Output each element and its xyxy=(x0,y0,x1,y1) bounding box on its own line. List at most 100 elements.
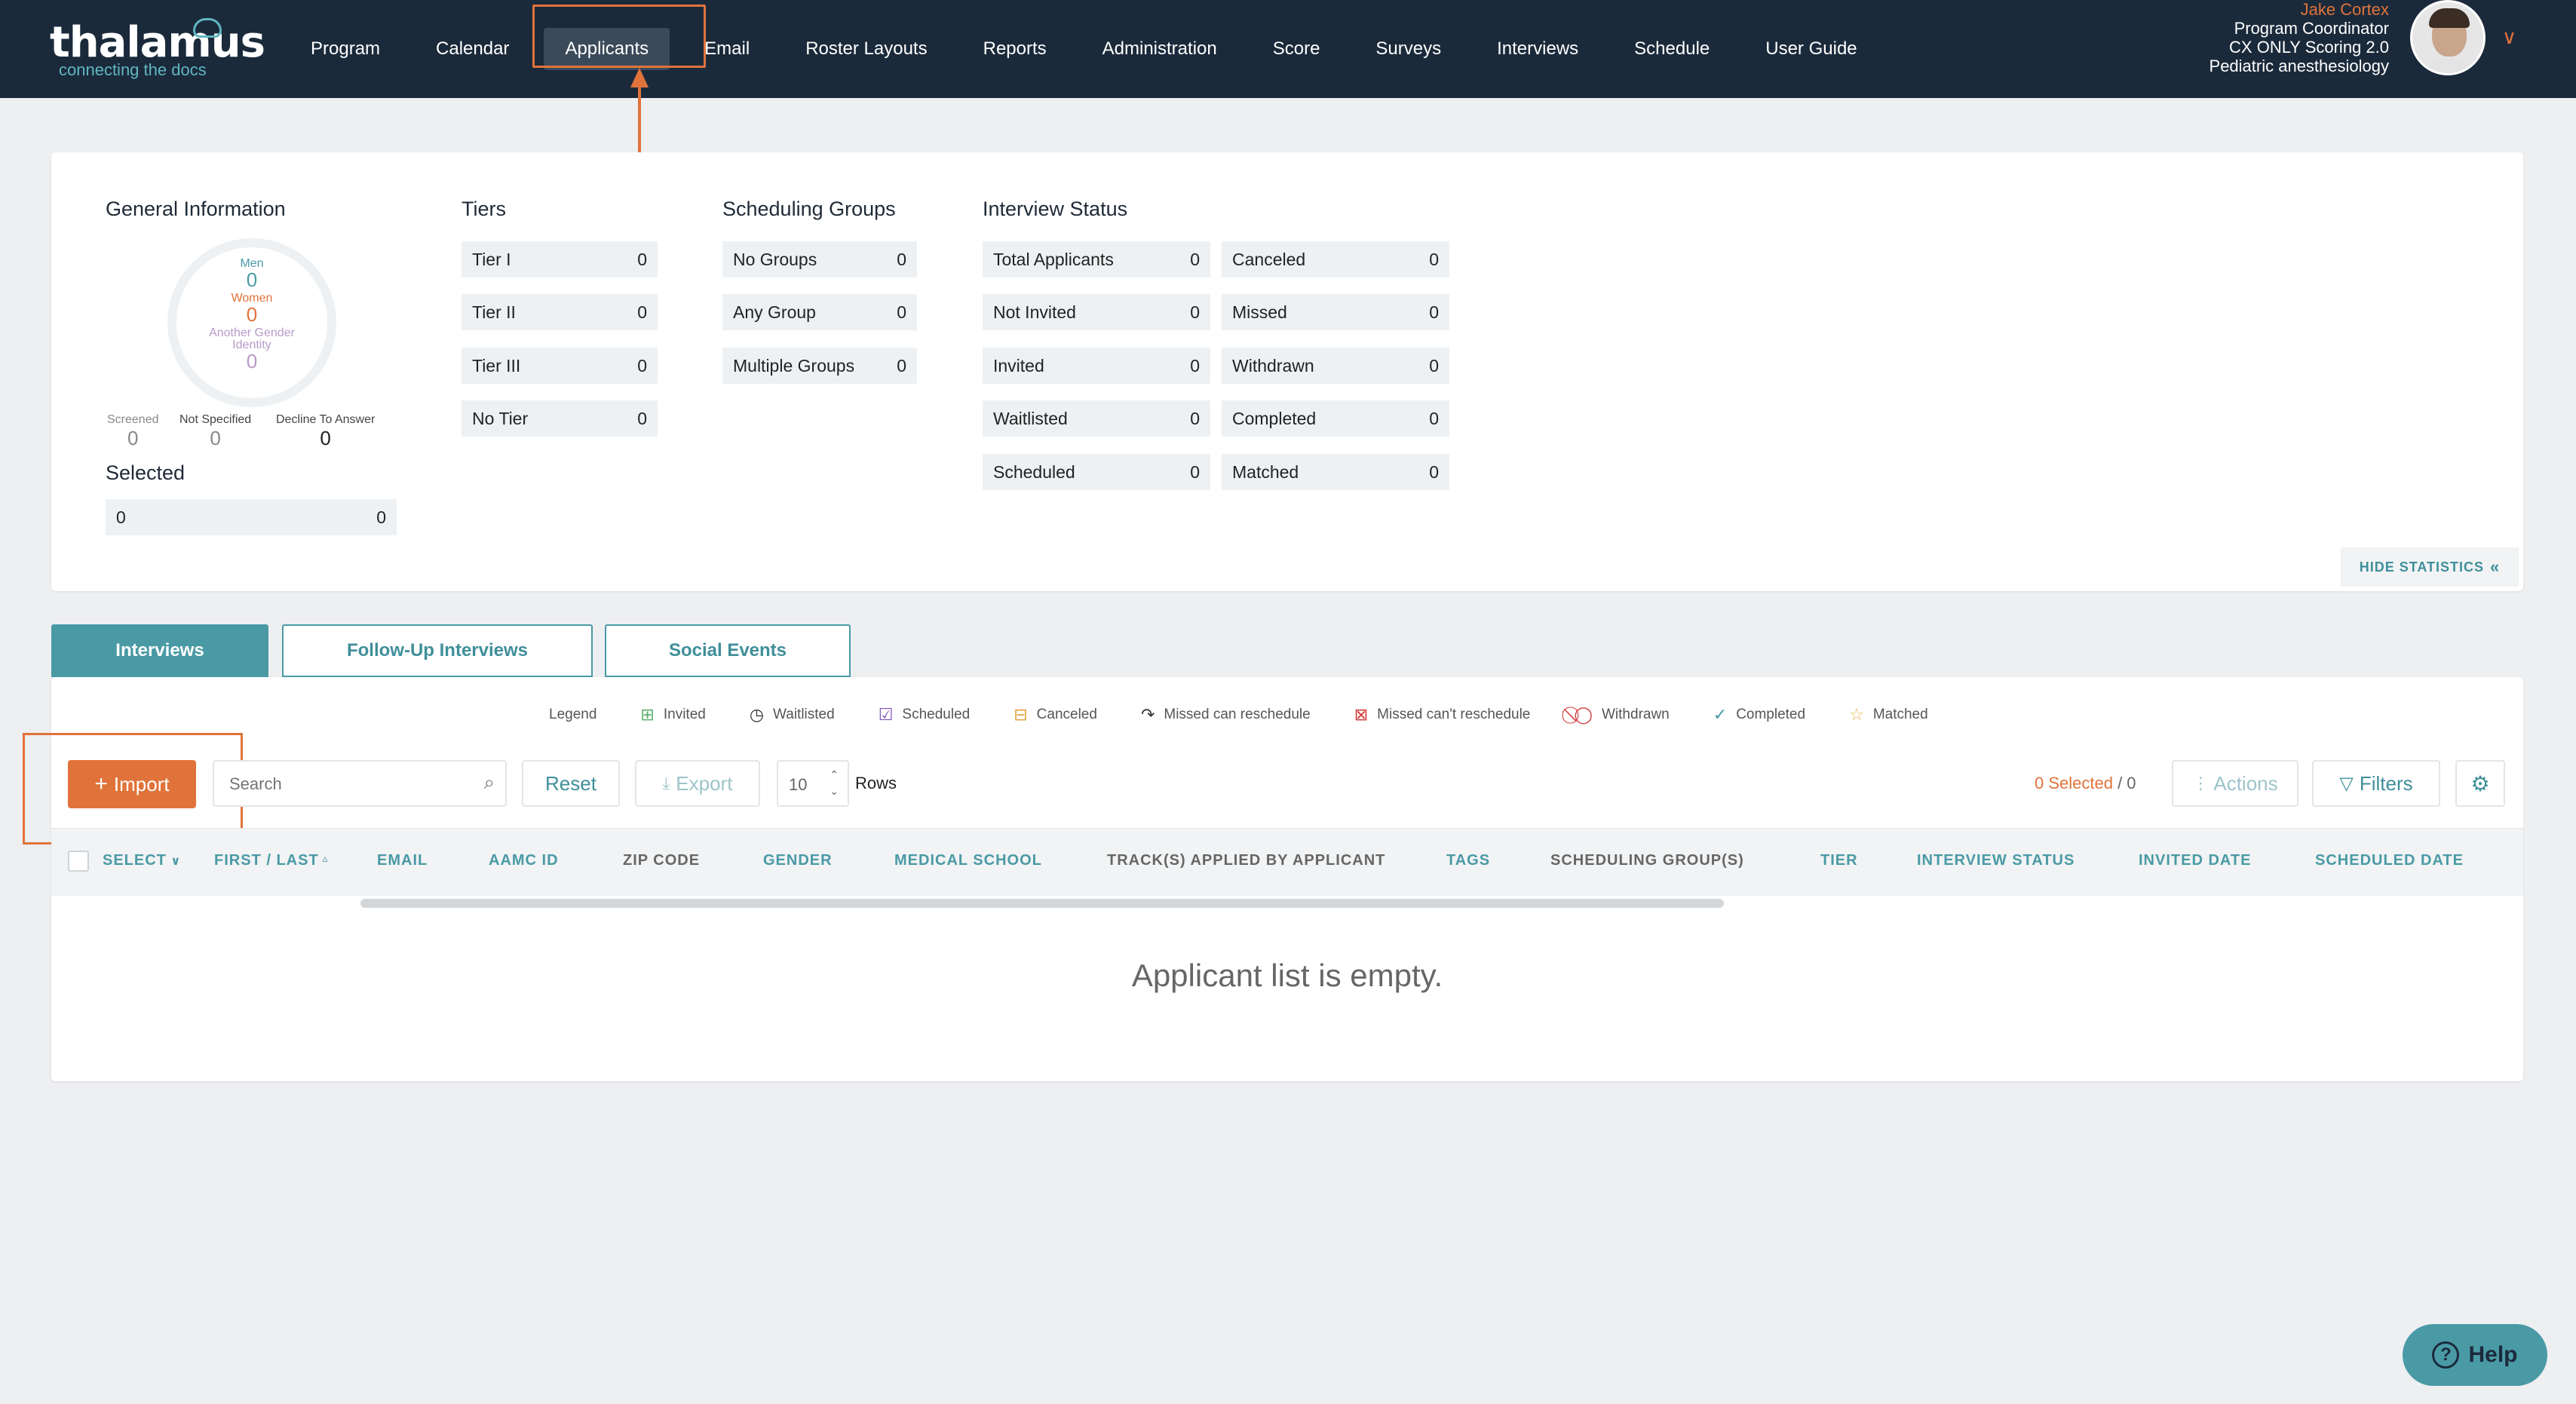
status-value: 0 xyxy=(1429,355,1439,376)
thalamus-logo[interactable]: thalamus connecting the docs xyxy=(50,18,265,79)
nav-calendar[interactable]: Calendar xyxy=(415,28,530,70)
select-all-checkbox[interactable] xyxy=(68,851,89,872)
hide-statistics-button[interactable]: HIDE STATISTICS « xyxy=(2341,547,2519,587)
horizontal-scrollbar[interactable] xyxy=(360,899,1724,908)
nav-reports[interactable]: Reports xyxy=(962,28,1068,70)
tab-follow-up-interviews[interactable]: Follow-Up Interviews xyxy=(282,624,593,677)
status-legend: Legend ⊞ Invited ◷ Waitlisted ☑ Schedule… xyxy=(549,701,1972,728)
top-navbar: thalamus connecting the docs Program Cal… xyxy=(0,0,2576,98)
actions-button[interactable]: ⋮ Actions xyxy=(2172,760,2298,807)
search-box[interactable]: ⌕ xyxy=(213,760,507,807)
selected-right-value: 0 xyxy=(376,507,386,527)
column-header-invited-date[interactable]: INVITED DATE xyxy=(2139,852,2251,869)
tier-row[interactable]: Tier III 0 xyxy=(462,348,658,384)
interview-status-row[interactable]: Withdrawn 0 xyxy=(1222,348,1449,384)
legend-title: Legend xyxy=(549,707,597,722)
status-label: Invited xyxy=(993,355,1044,376)
legend-item-matched: ☆ Matched xyxy=(1849,705,1928,725)
column-header-scheduling-groups[interactable]: SCHEDULING GROUP(S) xyxy=(1550,852,1744,869)
filters-label: Filters xyxy=(2359,771,2413,795)
tier-label: Tier III xyxy=(472,355,521,376)
status-value: 0 xyxy=(1190,408,1200,428)
column-header-tier[interactable]: TIER xyxy=(1820,852,1858,869)
scheduling-group-value: 0 xyxy=(897,249,906,269)
status-label: Canceled xyxy=(1232,249,1306,269)
scheduling-group-row[interactable]: No Groups 0 xyxy=(722,241,917,277)
not-specified-count: 0 xyxy=(210,427,221,449)
other-gender-label: Another Gender Identity xyxy=(209,326,295,351)
export-button[interactable]: ⤓ Export xyxy=(635,760,760,807)
filters-button[interactable]: ▽ Filters xyxy=(2312,760,2440,807)
nav-program[interactable]: Program xyxy=(290,28,401,70)
status-value: 0 xyxy=(1190,302,1200,322)
reset-button[interactable]: Reset xyxy=(522,760,620,807)
nav-administration[interactable]: Administration xyxy=(1081,28,1238,70)
legend-item-waitlisted: ◷ Waitlisted xyxy=(750,705,835,725)
user-info[interactable]: Jake Cortex Program Coordinator CX ONLY … xyxy=(2210,0,2389,75)
interview-status-row[interactable]: Invited 0 xyxy=(983,348,1210,384)
nav-interviews[interactable]: Interviews xyxy=(1476,28,1599,70)
column-header-email[interactable]: EMAIL xyxy=(377,852,428,869)
column-header-scheduled-date[interactable]: SCHEDULED DATE xyxy=(2315,852,2464,869)
scheduling-group-row[interactable]: Multiple Groups 0 xyxy=(722,348,917,384)
interview-status-row[interactable]: Waitlisted 0 xyxy=(983,400,1210,437)
column-header-aamc-id[interactable]: AAMC ID xyxy=(489,852,559,869)
status-label: Completed xyxy=(1232,408,1317,428)
tier-row[interactable]: No Tier 0 xyxy=(462,400,658,437)
scheduling-group-label: No Groups xyxy=(733,249,817,269)
legend-label: Invited xyxy=(663,707,706,722)
interview-status-row[interactable]: Canceled 0 xyxy=(1222,241,1449,277)
column-header-first-last[interactable]: FIRST / LAST ▵ xyxy=(214,852,329,869)
tab-interviews[interactable]: Interviews xyxy=(51,624,268,677)
legend-label: Completed xyxy=(1736,707,1806,722)
chevrons-left-icon: « xyxy=(2490,557,2501,576)
column-header-tracks[interactable]: TRACK(S) APPLIED BY APPLICANT xyxy=(1107,852,1385,869)
nav-surveys[interactable]: Surveys xyxy=(1354,28,1462,70)
search-input[interactable] xyxy=(229,772,455,796)
nav-roster-layouts[interactable]: Roster Layouts xyxy=(784,28,948,70)
hide-statistics-label: HIDE STATISTICS xyxy=(2359,559,2485,575)
column-header-gender[interactable]: GENDER xyxy=(763,852,833,869)
column-header-interview-status[interactable]: INTERVIEW STATUS xyxy=(1917,852,2075,869)
column-header-zip-code[interactable]: ZIP CODE xyxy=(623,852,700,869)
status-label: Scheduled xyxy=(993,461,1075,482)
interview-status-row[interactable]: Missed 0 xyxy=(1222,294,1449,330)
women-count: 0 xyxy=(246,303,258,326)
interview-status-row[interactable]: Scheduled 0 xyxy=(983,454,1210,490)
logo-tagline: connecting the docs xyxy=(59,60,207,79)
column-header-tags[interactable]: TAGS xyxy=(1446,852,1490,869)
interview-status-row[interactable]: Not Invited 0 xyxy=(983,294,1210,330)
selected-title: Selected xyxy=(106,461,186,484)
help-label: Help xyxy=(2468,1342,2518,1367)
tier-value: 0 xyxy=(637,302,647,322)
selected-row: 0 0 xyxy=(106,499,397,535)
scheduling-group-label: Any Group xyxy=(733,302,816,322)
nav-schedule[interactable]: Schedule xyxy=(1613,28,1731,70)
tier-row[interactable]: Tier II 0 xyxy=(462,294,658,330)
settings-button[interactable]: ⚙ xyxy=(2455,760,2505,807)
legend-item-scheduled: ☑ Scheduled xyxy=(879,705,971,725)
status-label: Waitlisted xyxy=(993,408,1068,428)
interview-status-row[interactable]: Completed 0 xyxy=(1222,400,1449,437)
help-button[interactable]: ? Help xyxy=(2403,1324,2547,1386)
tab-social-events[interactable]: Social Events xyxy=(605,624,851,677)
not-specified-label: Not Specified xyxy=(179,413,252,426)
status-value: 0 xyxy=(1429,249,1439,269)
avatar[interactable] xyxy=(2410,0,2486,75)
stepper-arrows-icon[interactable]: ⌃ ⌄ xyxy=(830,766,839,799)
column-header-medical-school[interactable]: MEDICAL SCHOOL xyxy=(894,852,1042,869)
rows-per-page-stepper[interactable]: 10 ⌃ ⌄ xyxy=(777,760,849,807)
legend-label: Missed can't reschedule xyxy=(1377,707,1531,722)
interview-status-row[interactable]: Matched 0 xyxy=(1222,454,1449,490)
search-icon[interactable]: ⌕ xyxy=(483,771,495,795)
nav-score[interactable]: Score xyxy=(1252,28,1342,70)
nav-user-guide[interactable]: User Guide xyxy=(1744,28,1878,70)
tier-value: 0 xyxy=(637,249,647,269)
chevron-down-icon[interactable]: ∨ xyxy=(2502,26,2516,49)
tier-row[interactable]: Tier I 0 xyxy=(462,241,658,277)
interview-status-row[interactable]: Total Applicants 0 xyxy=(983,241,1210,277)
column-header-select[interactable]: SELECT ∨ xyxy=(103,852,181,869)
scheduling-group-row[interactable]: Any Group 0 xyxy=(722,294,917,330)
import-button[interactable]: + Import xyxy=(68,760,196,808)
screened-count: 0 xyxy=(127,427,139,449)
